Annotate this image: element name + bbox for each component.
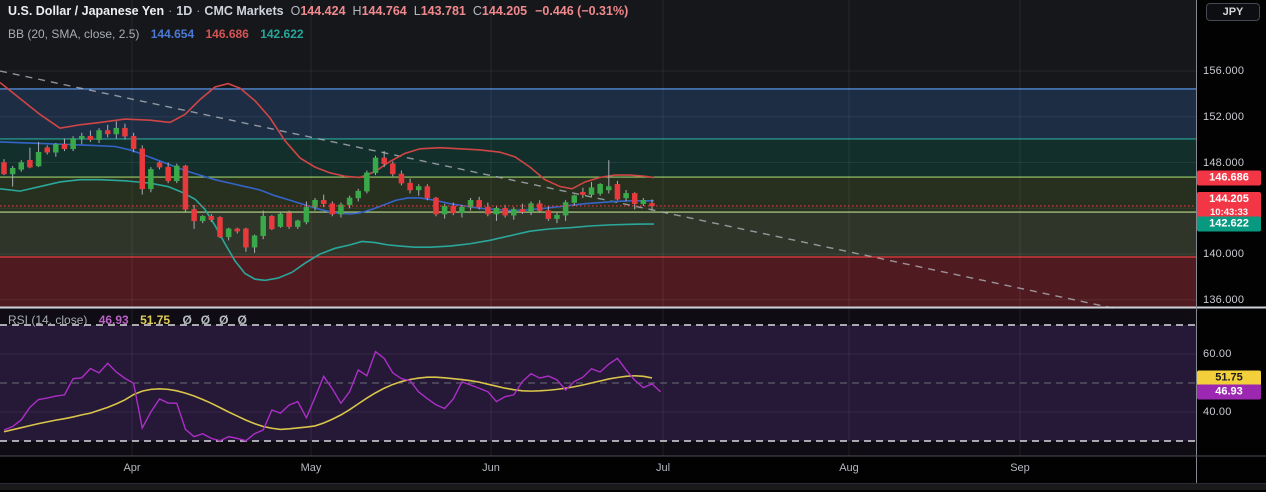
symbol-name: U.S. Dollar / Japanese Yen xyxy=(8,4,164,18)
ohlc-values: O144.424 H144.764 L143.781 C144.205 xyxy=(284,4,528,18)
price-axis-label: 146.686 xyxy=(1197,170,1261,185)
change-value: −0.446 (−0.31%) xyxy=(535,4,628,18)
rsi-ma-value: 51.75 xyxy=(140,313,170,327)
price-axis-label-value: 142.622 xyxy=(1197,218,1261,231)
bb-upper-value: 146.686 xyxy=(205,27,248,41)
price-axis-label-value: 144.205 xyxy=(1197,193,1261,206)
rsi-legend-label: RSI (14, close) xyxy=(8,313,87,327)
time-axis-label: Apr xyxy=(123,462,140,474)
bb-legend-label: BB (20, SMA, close, 2.5) xyxy=(8,27,139,41)
pane-separator[interactable] xyxy=(0,307,1266,309)
chart-window: U.S. Dollar / Japanese Yen · 1D · CMC Market… xyxy=(0,0,1266,492)
ohlc-value: 144.205 xyxy=(482,4,527,18)
price-axis-tick: 140.000 xyxy=(1203,248,1244,260)
bb-legend: BB (20, SMA, close, 2.5) 144.654 146.686… xyxy=(8,27,304,41)
rsi-smoothing-placeholder-icon: Ø xyxy=(237,313,246,327)
rsi-band-fill xyxy=(0,325,1196,441)
ohlc-letter: L xyxy=(414,4,421,18)
ohlc-value: 144.424 xyxy=(300,4,345,18)
price-axis-tick: 148.000 xyxy=(1203,157,1244,169)
symbol-header: U.S. Dollar / Japanese Yen · 1D · CMC Market… xyxy=(8,4,628,18)
price-axis-tick: 156.000 xyxy=(1203,65,1244,77)
ohlc-value: 144.764 xyxy=(362,4,407,18)
rsi-axis-label: 51.75 xyxy=(1197,370,1261,385)
ohlc-letter: H xyxy=(353,4,362,18)
interval-label: 1D xyxy=(176,4,192,18)
rsi-smoothing-placeholder-icon: Ø xyxy=(182,313,191,327)
separator-dot: · xyxy=(168,4,172,18)
time-axis-label: Jun xyxy=(482,462,500,474)
rsi-value: 46.93 xyxy=(99,313,129,327)
price-axis-label-value: 146.686 xyxy=(1197,171,1261,184)
price-axis-tick: 136.000 xyxy=(1203,294,1244,306)
ohlc-value: 143.781 xyxy=(421,4,466,18)
price-axis-label: 142.622 xyxy=(1197,217,1261,232)
bottom-strip xyxy=(0,484,1266,490)
bb-basis-value: 144.654 xyxy=(151,27,194,41)
rsi-axis-label: 46.93 xyxy=(1197,384,1261,399)
ohlc-letter: C xyxy=(473,4,482,18)
rsi-axis-tick: 60.00 xyxy=(1203,348,1232,360)
rsi-placeholder-icons: ØØØØ xyxy=(173,313,246,327)
ohlc-letter: O xyxy=(291,4,301,18)
time-axis-label: May xyxy=(301,462,322,474)
rsi-smoothing-placeholder-icon: Ø xyxy=(201,313,210,327)
time-axis-label: Aug xyxy=(839,462,859,474)
time-axis-label: Sep xyxy=(1010,462,1030,474)
rsi-legend: RSI (14, close) 46.93 51.75 ØØØØ xyxy=(8,313,247,327)
separator-dot: · xyxy=(196,4,200,18)
currency-button[interactable]: JPY xyxy=(1206,3,1260,21)
bb-lower-value: 142.622 xyxy=(260,27,303,41)
exchange-label: CMC Markets xyxy=(204,4,283,18)
price-axis-tick: 152.000 xyxy=(1203,111,1244,123)
price-chart-canvas[interactable] xyxy=(0,0,1266,492)
rsi-smoothing-placeholder-icon: Ø xyxy=(219,313,228,327)
rsi-axis-tick: 40.00 xyxy=(1203,406,1232,418)
time-axis-label: Jul xyxy=(656,462,670,474)
